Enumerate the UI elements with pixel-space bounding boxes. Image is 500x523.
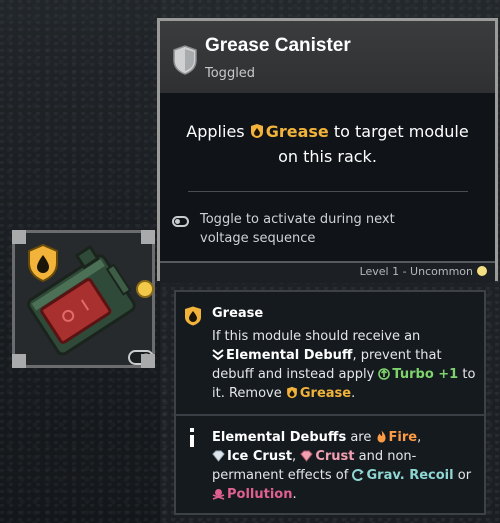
info-text: . [351,386,356,401]
keyword-info-box: Grease If this module should receive an … [174,290,486,515]
crust-icon [300,450,313,462]
info-text: , [292,449,297,464]
info-text: , [417,430,422,445]
card-body: Applies Grease to target module on this … [160,93,495,261]
ice-crust-keyword: Ice Crust [227,449,293,464]
grease-keyword: Grease [299,386,352,401]
module-title: Grease Canister [205,35,351,56]
pollution-keyword: Pollution [227,487,293,502]
grease-canister-icon [27,243,154,365]
card-footer: Level 1 - Uncommon [160,261,495,283]
divider [188,191,468,192]
card-header: Grease Canister Toggled [160,21,495,93]
info-text: are [350,430,372,445]
effect-text: to target module [333,122,469,141]
rarity-label: Level 1 - Uncommon [360,265,487,278]
effect-text: Applies [186,122,245,141]
rarity-dot-icon [477,266,487,276]
info-text: debuff and instead apply [212,367,375,382]
grav-recoil-keyword: Grav. Recoil [366,468,454,483]
effect-description: Applies Grease to target module on this … [160,119,495,169]
grease-info-text: If this module should receive an Element… [212,327,477,403]
rarity-text: Level 1 - Uncommon [359,265,473,278]
module-subtitle: Toggled [205,66,256,81]
grease-info-title: Grease [212,306,264,321]
grease-info-section: Grease If this module should receive an … [176,292,484,414]
ice-crust-icon [212,450,225,462]
frame-corner [141,230,155,244]
debuffs-info-section: Elemental Debuffs are Fire, Ice Crust, C… [176,416,484,513]
module-slot[interactable] [12,230,155,368]
toggle-description: Toggle to activate during next voltage s… [200,212,395,246]
debuffs-info-text: Elemental Debuffs are Fire, Ice Crust, C… [212,428,477,504]
grav-recoil-icon [352,469,365,481]
info-icon [190,428,194,447]
double-chevron-down-icon [212,349,224,361]
toggle-icon [172,216,189,227]
info-text: , prevent that [352,348,442,363]
fire-keyword: Fire [388,430,418,445]
elemental-debuff-keyword: Elemental Debuff [226,348,353,363]
grease-icon [250,124,263,138]
turbo-icon [378,368,391,380]
info-text: it. Remove [212,386,282,401]
info-text: or [457,468,472,483]
effect-text: on this rack. [278,147,377,166]
info-text: and non- [358,449,417,464]
grease-badge-icon [28,243,58,283]
module-tooltip-card: Grease Canister Toggled Applies Grease t… [157,18,498,283]
info-text: permanent effects of [212,468,349,483]
grease-icon [287,386,297,399]
frame-corner [12,354,26,368]
frame-corner [141,354,155,368]
grease-icon [185,306,201,326]
info-text: to [462,367,476,382]
shield-icon [173,45,197,75]
elemental-debuffs-keyword: Elemental Debuffs [212,430,347,445]
fire-icon [377,430,386,443]
turbo-keyword: Turbo +1 [392,367,459,382]
info-text: . [292,487,297,502]
crust-keyword: Crust [315,449,355,464]
pollution-icon [212,489,225,500]
frame-corner [12,230,26,244]
info-text: If this module should receive an [212,329,421,344]
grease-keyword: Grease [265,122,329,141]
